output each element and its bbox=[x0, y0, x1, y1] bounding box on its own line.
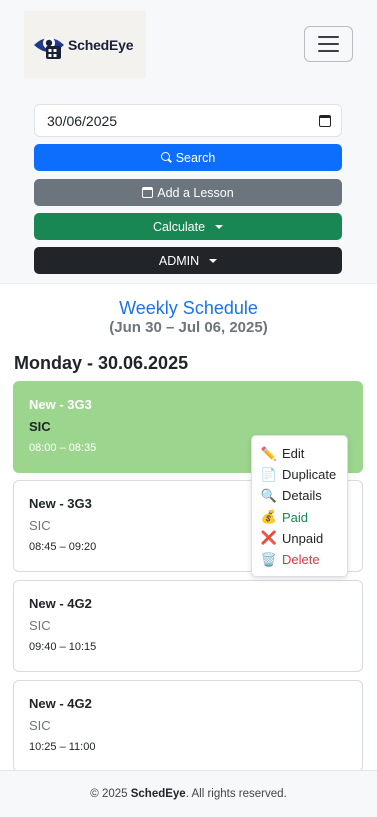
date-input-value: 30/06/2025 bbox=[47, 112, 118, 129]
money-bag-icon: 💰 bbox=[260, 509, 278, 525]
menu-item-label: Edit bbox=[282, 446, 305, 462]
day-heading: Monday - 30.06.2025 bbox=[14, 353, 189, 373]
menu-item-label: Delete bbox=[282, 552, 320, 568]
hamburger-icon-bar bbox=[318, 36, 339, 38]
top-navbar: SchedEye 30/06/2025 Search Add a Lesson … bbox=[0, 0, 377, 284]
lesson-name: New - 4G2 bbox=[29, 596, 92, 611]
lesson-card[interactable]: New - 4G2 SIC 10:25 – 11:00 bbox=[13, 680, 363, 772]
menu-item-paid[interactable]: 💰 Paid bbox=[261, 507, 347, 528]
lesson-context-menu: ✏️ Edit 📄 Duplicate 🔍 Details 💰 Paid ❌ U… bbox=[251, 435, 348, 577]
page-footer: © 2025 SchedEye. All rights reserved. bbox=[0, 770, 377, 817]
lesson-subject: SIC bbox=[29, 718, 51, 733]
cross-mark-icon: ❌ bbox=[260, 530, 278, 546]
search-button[interactable]: Search bbox=[34, 144, 342, 171]
menu-item-label: Details bbox=[282, 488, 322, 504]
eye-calendar-logo-icon bbox=[32, 28, 66, 62]
calculate-button-label: Calculate bbox=[152, 219, 206, 234]
lesson-subject: SIC bbox=[29, 618, 51, 633]
document-icon: 📄 bbox=[260, 466, 278, 482]
hamburger-icon-bar bbox=[318, 50, 339, 52]
brand-name: SchedEye bbox=[68, 36, 134, 53]
add-lesson-button-label: Add a Lesson bbox=[157, 185, 234, 200]
menu-item-label: Unpaid bbox=[282, 530, 324, 546]
menu-item-edit[interactable]: ✏️ Edit bbox=[261, 443, 347, 464]
hamburger-menu-button[interactable] bbox=[304, 26, 353, 62]
footer-copyright-suffix: . All rights reserved. bbox=[185, 788, 287, 800]
menu-item-delete[interactable]: 🗑️ Delete bbox=[261, 549, 347, 570]
menu-item-details[interactable]: 🔍 Details bbox=[261, 485, 347, 506]
search-icon bbox=[160, 152, 172, 163]
search-button-label: Search bbox=[175, 150, 216, 165]
caret-down-icon bbox=[215, 224, 224, 229]
menu-item-label: Duplicate bbox=[282, 467, 337, 483]
hamburger-icon-bar bbox=[318, 43, 339, 45]
menu-item-duplicate[interactable]: 📄 Duplicate bbox=[261, 464, 347, 485]
lesson-name: New - 4G2 bbox=[29, 696, 92, 711]
admin-button-label: ADMIN bbox=[158, 253, 200, 268]
lesson-name: New - 3G3 bbox=[29, 397, 92, 412]
lesson-time: 09:40 – 10:15 bbox=[29, 641, 97, 653]
date-input[interactable]: 30/06/2025 bbox=[34, 104, 342, 137]
menu-item-label: Paid bbox=[282, 509, 309, 525]
brand-logo[interactable]: SchedEye bbox=[24, 11, 146, 78]
admin-dropdown-button[interactable]: ADMIN bbox=[34, 247, 342, 274]
trash-icon: 🗑️ bbox=[260, 551, 278, 567]
magnifier-icon: 🔍 bbox=[260, 487, 278, 503]
footer-copyright-prefix: © 2025 bbox=[90, 788, 131, 800]
pencil-icon: ✏️ bbox=[260, 445, 278, 461]
footer-brand: SchedEye bbox=[130, 788, 186, 800]
calendar-picker-icon[interactable] bbox=[319, 114, 331, 127]
lesson-card[interactable]: New - 4G2 SIC 09:40 – 10:15 bbox=[13, 580, 363, 672]
caret-down-icon bbox=[209, 258, 218, 263]
add-lesson-button[interactable]: Add a Lesson bbox=[34, 179, 342, 206]
menu-item-unpaid[interactable]: ❌ Unpaid bbox=[261, 528, 347, 549]
lesson-subject: SIC bbox=[29, 419, 51, 434]
calendar-icon bbox=[142, 187, 154, 198]
lesson-time: 10:25 – 11:00 bbox=[29, 741, 96, 753]
calculate-dropdown-button[interactable]: Calculate bbox=[34, 213, 342, 240]
schedule-title: Weekly Schedule bbox=[119, 298, 258, 318]
schedule-date-range: (Jun 30 – Jul 06, 2025) bbox=[109, 319, 268, 336]
